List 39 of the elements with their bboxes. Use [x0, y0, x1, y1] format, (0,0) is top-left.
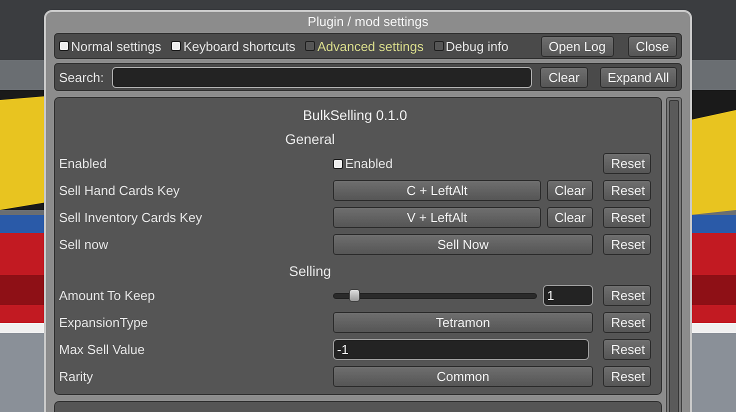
reset-button[interactable]: Reset [603, 153, 651, 174]
setting-label: Rarity [59, 369, 94, 384]
toolbar-button[interactable]: Close [628, 36, 677, 56]
action-button[interactable]: Sell Now [333, 234, 593, 255]
setting-label: ExpansionType [59, 315, 149, 330]
filter-checkbox[interactable]: Debug info [434, 38, 508, 54]
clear-button[interactable]: Clear [547, 180, 593, 201]
reset-button[interactable]: Reset [603, 180, 651, 201]
reset-button[interactable]: Reset [603, 366, 651, 387]
toolbar-button[interactable]: Open Log [540, 36, 614, 56]
keybind-button[interactable]: C + LeftAlt [333, 180, 541, 201]
value-field[interactable]: -1 [333, 339, 589, 360]
filter-checkbox[interactable]: Advanced settings [305, 38, 424, 54]
value-field[interactable]: 1 [543, 285, 593, 306]
setting-label: Sell Hand Cards Key [59, 183, 181, 198]
plugin-title: BulkSelling 0.1.0 [302, 106, 408, 125]
choice-button[interactable]: Common [333, 366, 593, 387]
reset-button[interactable]: Reset [603, 312, 651, 333]
keybind-button[interactable]: V + LeftAlt [333, 207, 541, 228]
filter-checkbox[interactable]: Keyboard shortcuts [171, 38, 296, 54]
clear-button[interactable]: Clear [547, 207, 593, 228]
search-button[interactable]: Expand All [600, 66, 677, 88]
section-title: Selling [288, 262, 332, 281]
reset-button[interactable]: Reset [603, 285, 651, 306]
reset-button[interactable]: Reset [603, 207, 651, 228]
section-title: General [284, 130, 336, 149]
enabled-checkbox[interactable]: Enabled [333, 156, 393, 171]
search-button[interactable]: Clear [540, 66, 588, 88]
setting-label: Sell now [59, 237, 110, 252]
choice-button[interactable]: Tetramon [333, 312, 593, 333]
reset-button[interactable]: Reset [603, 234, 651, 255]
search-label: Search: [59, 70, 104, 84]
setting-label: Amount To Keep [59, 288, 156, 303]
setting-label: Max Sell Value [59, 342, 146, 357]
setting-label: Enabled [59, 156, 108, 171]
filter-checkbox[interactable]: Normal settings [59, 38, 162, 54]
reset-button[interactable]: Reset [603, 339, 651, 360]
window-title: Plugin / mod settings [306, 13, 430, 31]
setting-label: Sell Inventory Cards Key [59, 210, 204, 225]
